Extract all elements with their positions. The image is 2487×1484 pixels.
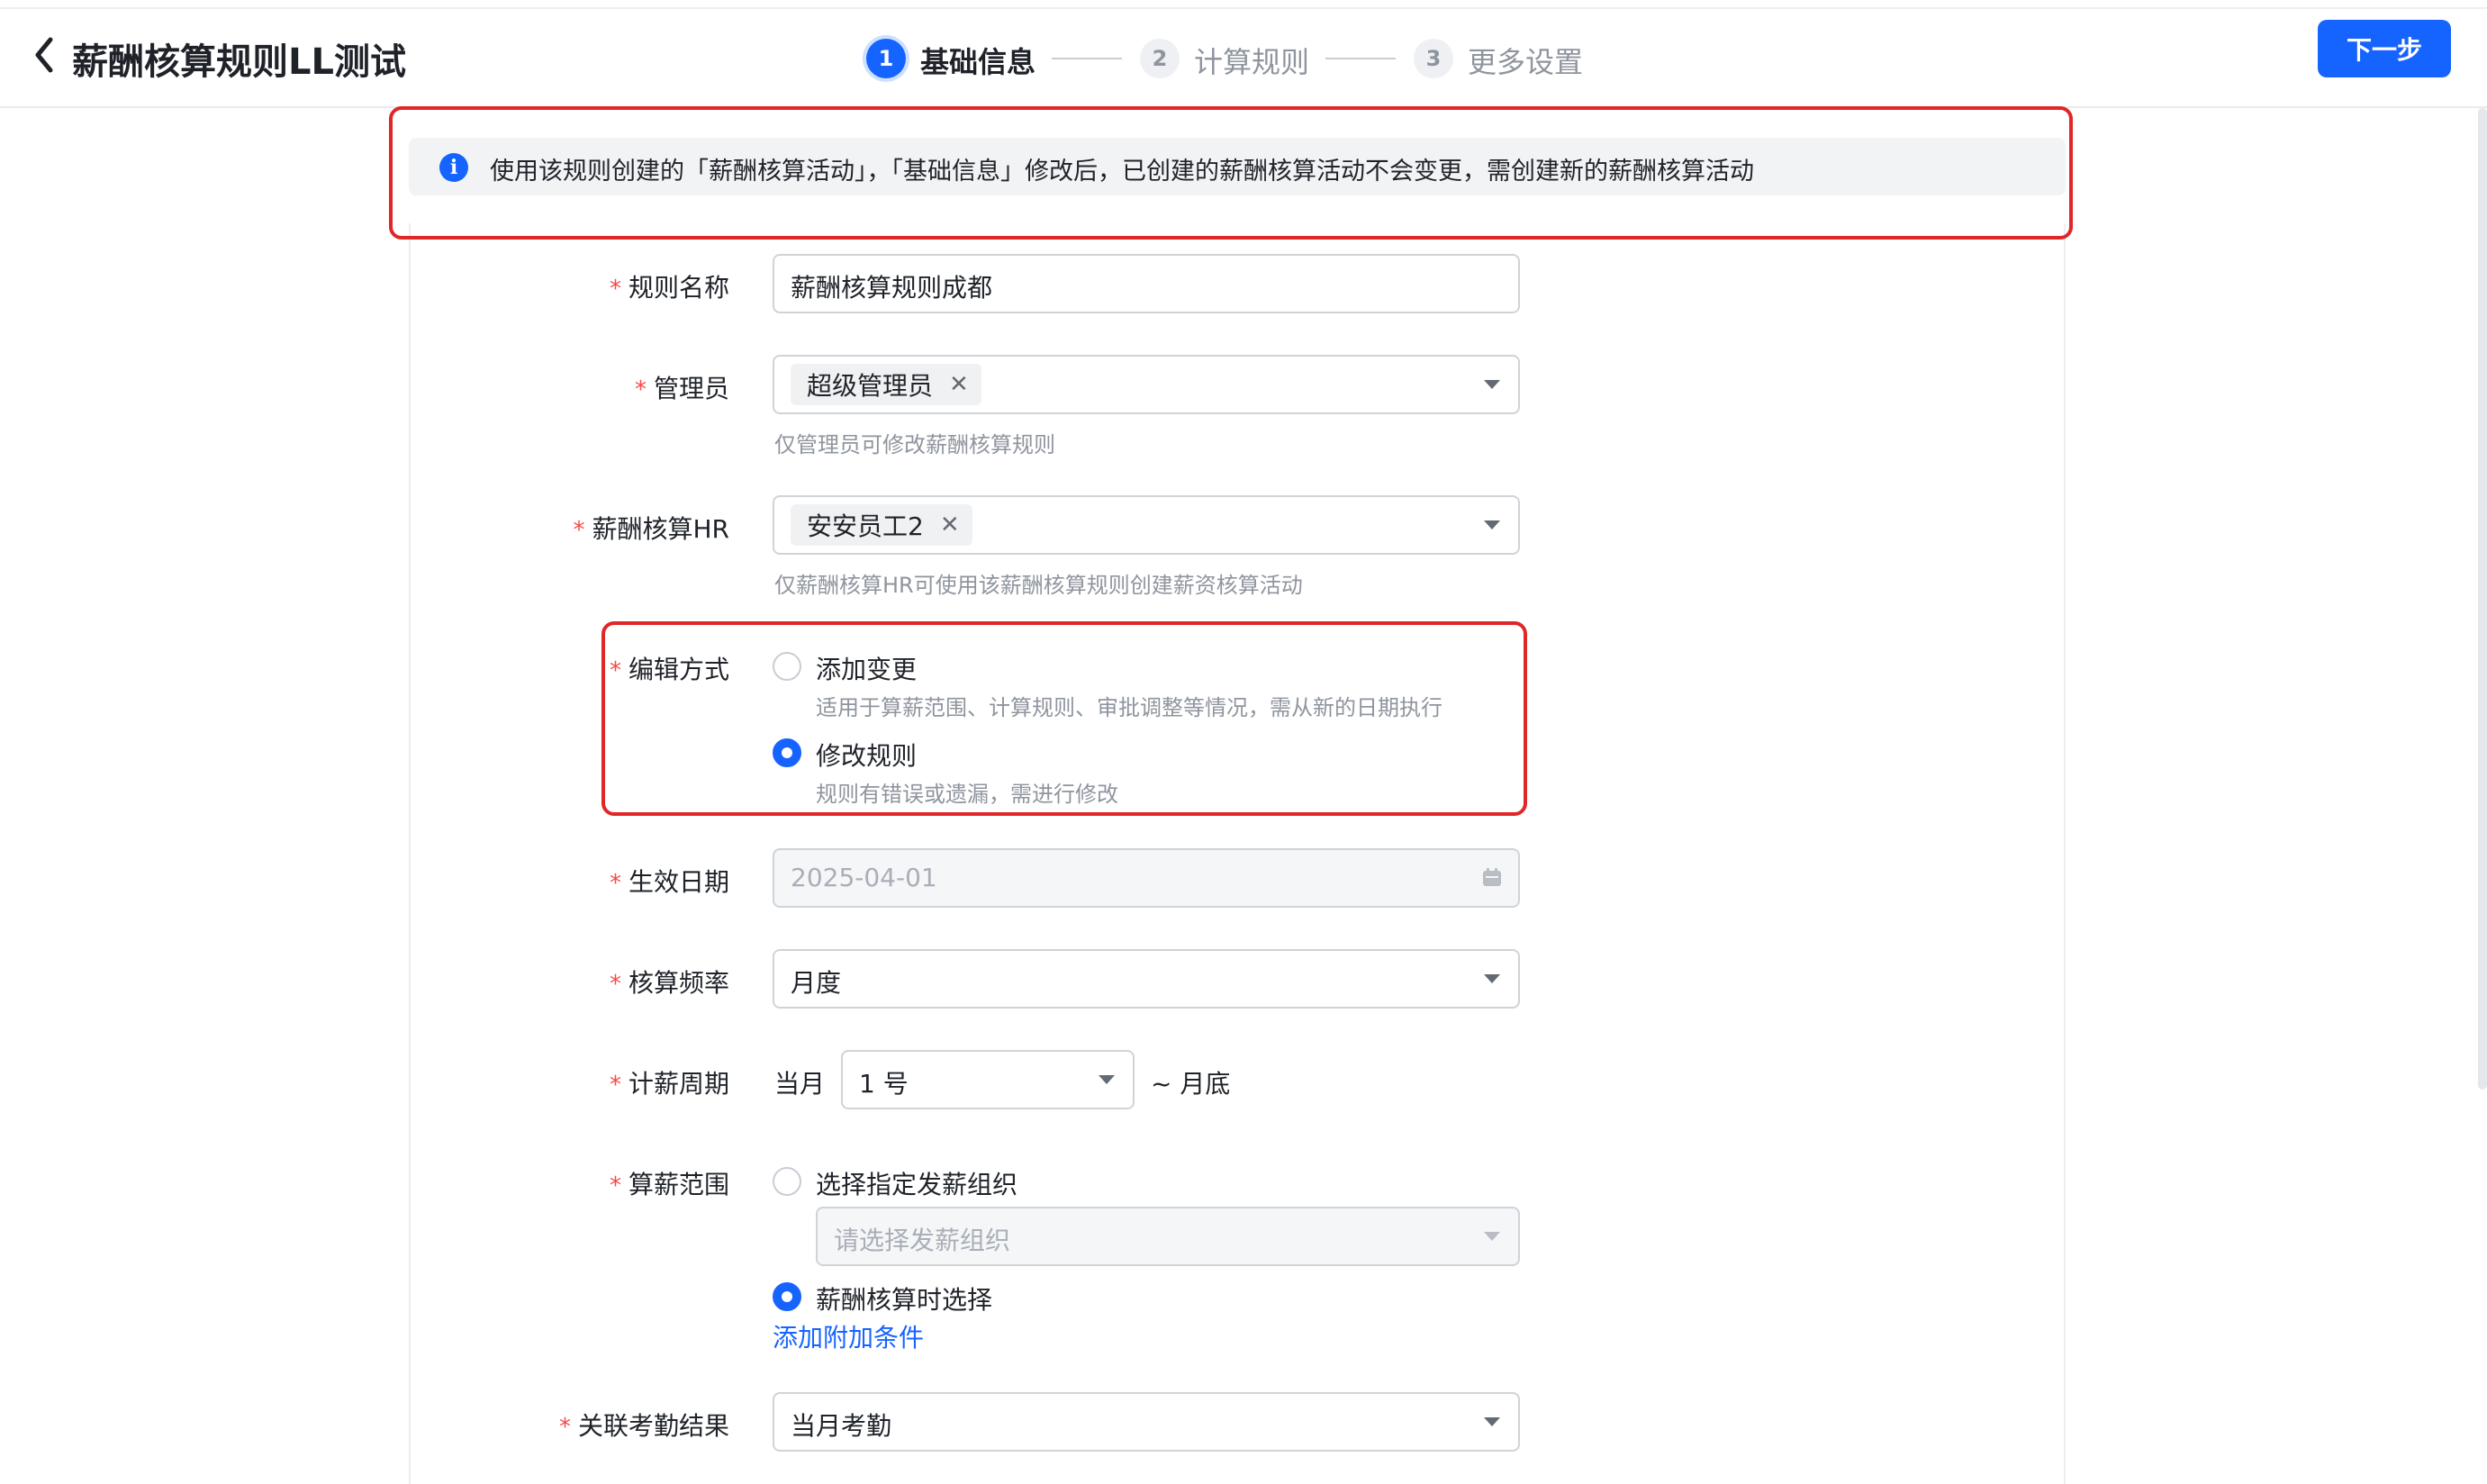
step-3-label: 更多设置 [1468,45,1584,79]
chevron-left-icon[interactable] [31,34,58,76]
pay-period-prefix: 当月 [774,1069,826,1099]
step-connector [1325,58,1396,59]
edit-mode-modify-rule-desc: 规则有错误或遗漏，需进行修改 [816,782,1118,807]
scrollbar[interactable] [2478,108,2487,1090]
edit-mode-modify-rule-label[interactable]: 修改规则 [816,737,917,773]
pay-period-start-select[interactable]: 1 号 [841,1050,1135,1109]
caret-down-icon [1099,1075,1115,1084]
edit-mode-label: * 编辑方式 [609,655,729,684]
caret-down-icon [1484,1417,1500,1426]
hr-hint: 仅薪酬核算HR可使用该薪酬核算规则创建薪资核算活动 [774,573,1303,598]
notice-highlight-box [389,106,2073,240]
hr-label: * 薪酬核算HR [573,514,729,544]
step-2-circle: 2 [1140,39,1180,78]
step-1-circle: 1 [866,39,906,78]
effective-date-input[interactable]: 2025-04-01 [773,848,1520,908]
step-1-label: 基础信息 [920,45,1036,79]
edit-mode-add-change-desc: 适用于算薪范围、计算规则、审批调整等情况，需从新的日期执行 [816,695,1442,720]
frequency-select[interactable]: 月度 [773,949,1520,1009]
admin-label: * 管理员 [634,374,729,403]
scope-specific-label[interactable]: 选择指定发薪组织 [816,1165,1017,1201]
scope-runtime-radio[interactable] [773,1282,801,1311]
scope-org-placeholder: 请选择发薪组织 [834,1226,1011,1255]
frequency-value: 月度 [791,968,842,998]
attendance-value: 当月考勤 [791,1411,892,1441]
edit-mode-add-change-label[interactable]: 添加变更 [816,650,917,686]
hr-tag: 安安员工2 ✕ [791,504,972,546]
caret-down-icon [1484,380,1500,389]
rule-name-input[interactable]: 薪酬核算规则成都 [773,254,1520,313]
page-title: 薪酬核算规则LL测试 [72,41,406,83]
admin-hint: 仅管理员可修改薪酬核算规则 [774,432,1055,457]
next-step-button[interactable]: 下一步 [2318,20,2451,77]
admin-select[interactable]: 超级管理员 ✕ [773,355,1520,414]
add-condition-link[interactable]: 添加附加条件 [773,1318,924,1354]
pay-period-label: * 计薪周期 [609,1069,729,1099]
caret-down-icon [1484,1232,1500,1241]
close-icon[interactable]: ✕ [940,511,960,538]
close-icon[interactable]: ✕ [949,371,969,398]
calendar-icon [1483,868,1501,886]
frequency-label: * 核算频率 [609,968,729,998]
edit-mode-modify-rule-radio[interactable] [773,738,801,767]
step-2-label: 计算规则 [1194,45,1310,79]
top-edge [0,0,2487,9]
attendance-label: * 关联考勤结果 [558,1411,729,1441]
scope-specific-radio[interactable] [773,1167,801,1196]
admin-tag: 超级管理员 ✕ [791,364,981,405]
scope-label: * 算薪范围 [609,1170,729,1199]
edit-mode-add-change-radio[interactable] [773,652,801,681]
step-3-circle: 3 [1414,39,1453,78]
step-connector [1052,58,1122,59]
hr-select[interactable]: 安安员工2 ✕ [773,495,1520,555]
scope-org-select[interactable]: 请选择发薪组织 [816,1207,1520,1266]
rule-name-label: * 规则名称 [609,273,729,303]
effective-date-value: 2025-04-01 [791,863,937,892]
pay-period-suffix: ~ 月底 [1151,1069,1231,1099]
effective-date-label: * 生效日期 [609,867,729,897]
attendance-select[interactable]: 当月考勤 [773,1392,1520,1452]
scope-runtime-label[interactable]: 薪酬核算时选择 [816,1280,992,1317]
rule-name-value: 薪酬核算规则成都 [791,273,993,303]
pay-period-start-value: 1 号 [859,1069,909,1099]
caret-down-icon [1484,520,1500,529]
caret-down-icon [1484,974,1500,983]
